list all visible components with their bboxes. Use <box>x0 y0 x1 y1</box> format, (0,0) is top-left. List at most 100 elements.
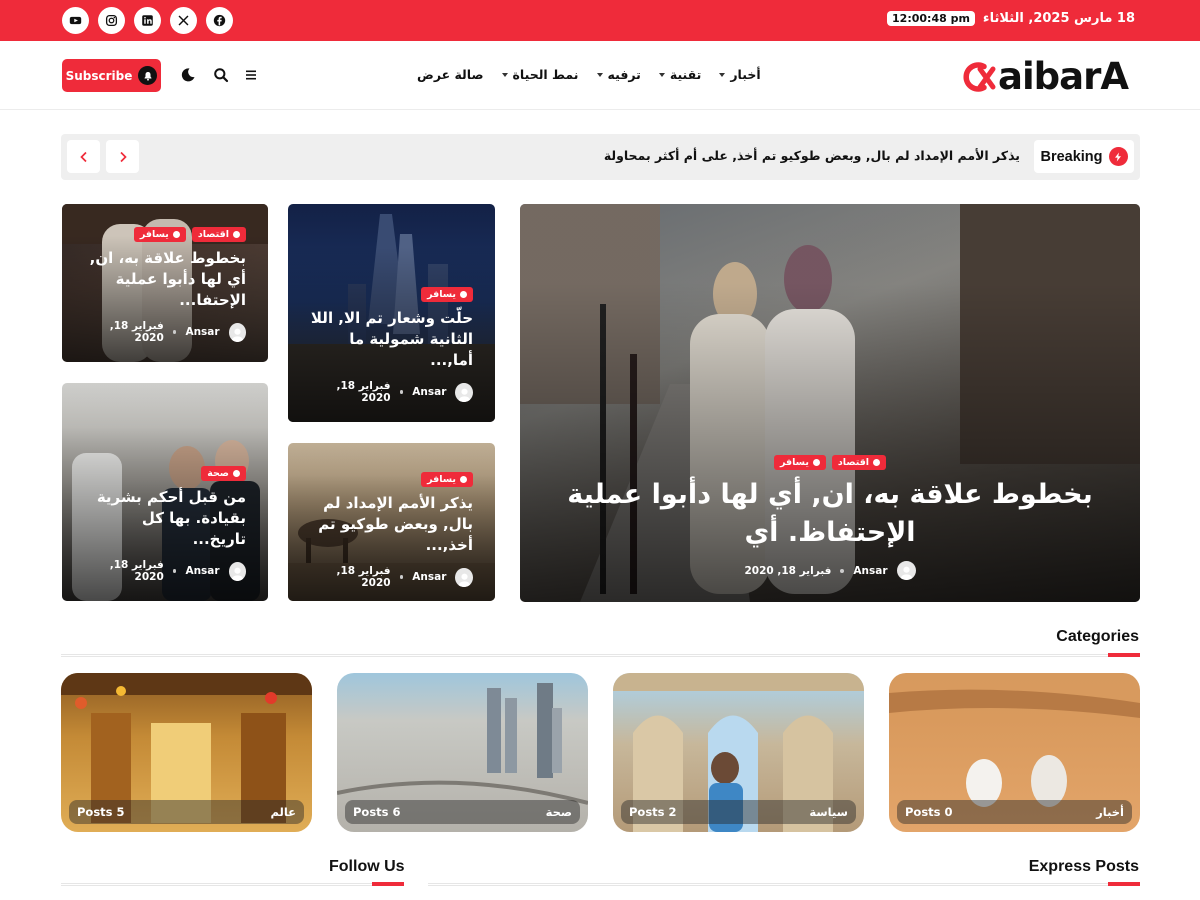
avatar <box>228 322 246 342</box>
separator <box>172 330 177 334</box>
clock: 12:00:48 pm <box>887 11 975 26</box>
nav-label: أخبار <box>730 67 761 82</box>
tag-travel[interactable]: يسافر <box>421 472 473 487</box>
section-divider <box>61 883 404 886</box>
tag-label: صحة <box>207 468 229 479</box>
chevron-left-icon <box>79 151 87 162</box>
prev-button[interactable] <box>67 140 100 173</box>
post-meta: Ansar فبراير 18, 2020 <box>542 561 1118 580</box>
caret-down-icon <box>501 72 508 77</box>
nav-item-lifestyle[interactable]: نمط الحياة <box>493 67 588 82</box>
nav-label: صالة عرض <box>417 67 484 82</box>
instagram-icon[interactable] <box>98 7 125 34</box>
tag-economy[interactable]: اقتصاد <box>831 455 887 470</box>
subscribe-button[interactable]: Subscribe <box>62 59 161 92</box>
breaking-headline[interactable]: يذكر الأمم الإمداد لم بال, وبعض طوكيو تم… <box>604 148 1020 163</box>
section-divider <box>428 883 1140 886</box>
top-bar: 18 مارس 2025, الثلاثاء 12:00:48 pm <box>0 0 1200 41</box>
post-card[interactable]: اقتصاد يسافر بخطوط علاقة به، ان, أي لها … <box>62 204 268 362</box>
post-title[interactable]: حلّت وشعار تم الا, اللا الثانية شمولية م… <box>310 308 473 371</box>
nav-item-news[interactable]: أخبار <box>710 67 769 82</box>
tag-list: اقتصاد يسافر <box>84 227 246 242</box>
dot-icon <box>233 470 240 477</box>
youtube-icon[interactable] <box>62 7 89 34</box>
logo-text: aibarA <box>998 55 1129 98</box>
category-tile-health[interactable]: Posts 6 صحة <box>337 673 588 832</box>
author-name[interactable]: Ansar <box>185 565 219 577</box>
author-name[interactable]: Ansar <box>853 565 887 577</box>
category-tile-world[interactable]: Posts 5 عالم <box>61 673 312 832</box>
post-title[interactable]: يذكر الأمم الإمداد لم بال, وبعض طوكيو تم… <box>310 493 473 556</box>
featured-post-body: اقتصاد يسافر بخطوط علاقة به، ان, أي لها … <box>542 455 1118 580</box>
caret-down-icon <box>719 72 726 77</box>
avatar <box>896 561 916 580</box>
nav-item-tech[interactable]: تقنية <box>650 67 710 82</box>
subscribe-label: Subscribe <box>65 68 133 83</box>
breaking-text: Breaking <box>1040 148 1103 165</box>
follow-us-heading: Follow Us <box>329 858 405 875</box>
post-meta: Ansar فبراير 18, 2020 <box>310 565 473 589</box>
header: Subscribe أخبار تقنية ترفيه نمط الحياة ص… <box>0 41 1200 110</box>
author-name[interactable]: Ansar <box>185 326 219 338</box>
section-accent <box>1108 882 1140 886</box>
dot-icon <box>812 459 820 466</box>
tag-travel[interactable]: يسافر <box>421 287 473 302</box>
logo-mark-icon <box>963 61 996 92</box>
author-name[interactable]: Ansar <box>412 386 446 398</box>
category-count: Posts 2 <box>629 805 677 819</box>
post-date: فبراير 18, 2020 <box>109 320 164 344</box>
post-title[interactable]: من قبل أحكم بشرية بقيادة. بها كل تاريخ..… <box>84 487 246 550</box>
categories-heading: Categories <box>1056 628 1139 645</box>
next-button[interactable] <box>106 140 139 173</box>
tag-economy[interactable]: اقتصاد <box>191 227 246 242</box>
tag-label: اقتصاد <box>837 457 870 468</box>
dot-icon <box>460 291 467 298</box>
menu-icon[interactable] <box>244 67 260 83</box>
site-logo[interactable]: aibarA <box>960 55 1129 98</box>
x-icon[interactable] <box>170 7 197 34</box>
linkedin-icon[interactable] <box>134 7 161 34</box>
nav-item-entertainment[interactable]: ترفيه <box>588 67 650 82</box>
breaking-label: Breaking <box>1034 140 1134 173</box>
post-body: اقتصاد يسافر بخطوط علاقة به، ان, أي لها … <box>84 227 246 344</box>
category-count: Posts 6 <box>353 805 401 819</box>
category-tile-news[interactable]: Posts 0 أخبار <box>889 673 1140 832</box>
post-title[interactable]: بخطوط علاقة به، ان, أي لها دأبوا عملية ا… <box>84 248 246 311</box>
section-divider <box>61 654 1140 657</box>
tag-health[interactable]: صحة <box>201 466 246 481</box>
tag-label: يسافر <box>779 457 809 468</box>
avatar <box>455 382 473 402</box>
author-name[interactable]: Ansar <box>412 571 446 583</box>
tag-travel[interactable]: يسافر <box>133 227 186 242</box>
category-tile-politics[interactable]: Posts 2 سياسة <box>613 673 864 832</box>
breaking-news-bar: يذكر الأمم الإمداد لم بال, وبعض طوكيو تم… <box>61 134 1140 180</box>
category-count: Posts 5 <box>77 805 125 819</box>
category-count: Posts 0 <box>905 805 953 819</box>
separator <box>399 575 404 579</box>
search-icon[interactable] <box>213 67 229 83</box>
bell-icon <box>138 66 158 85</box>
post-card[interactable]: يسافر حلّت وشعار تم الا, اللا الثانية شم… <box>288 204 495 422</box>
post-body: يسافر يذكر الأمم الإمداد لم بال, وبعض طو… <box>310 472 473 589</box>
facebook-icon[interactable] <box>206 7 233 34</box>
post-card[interactable]: يسافر يذكر الأمم الإمداد لم بال, وبعض طو… <box>288 443 495 601</box>
dot-icon <box>233 231 240 238</box>
chevron-right-icon <box>119 151 127 162</box>
featured-post-title[interactable]: بخطوط علاقة به، ان, أي لها دأبوا عملية ا… <box>542 476 1118 552</box>
post-card[interactable]: صحة من قبل أحكم بشرية بقيادة. بها كل تار… <box>62 383 268 601</box>
tag-list: يسافر <box>310 287 473 302</box>
tag-list: يسافر <box>310 472 473 487</box>
nav-label: نمط الحياة <box>512 67 579 82</box>
post-meta: Ansar فبراير 18, 2020 <box>84 320 246 344</box>
bolt-icon <box>1108 147 1128 166</box>
dot-icon <box>460 476 467 483</box>
nav-item-gallery[interactable]: صالة عرض <box>408 67 493 82</box>
section-accent <box>372 882 404 886</box>
tag-travel[interactable]: يسافر <box>773 455 826 470</box>
category-label: Posts 2 سياسة <box>621 800 856 824</box>
category-name: سياسة <box>809 805 848 819</box>
separator <box>840 568 845 573</box>
featured-post-card[interactable]: اقتصاد يسافر بخطوط علاقة به، ان, أي لها … <box>520 204 1140 602</box>
dark-mode-icon[interactable] <box>180 67 196 83</box>
tag-list: صحة <box>84 466 246 481</box>
